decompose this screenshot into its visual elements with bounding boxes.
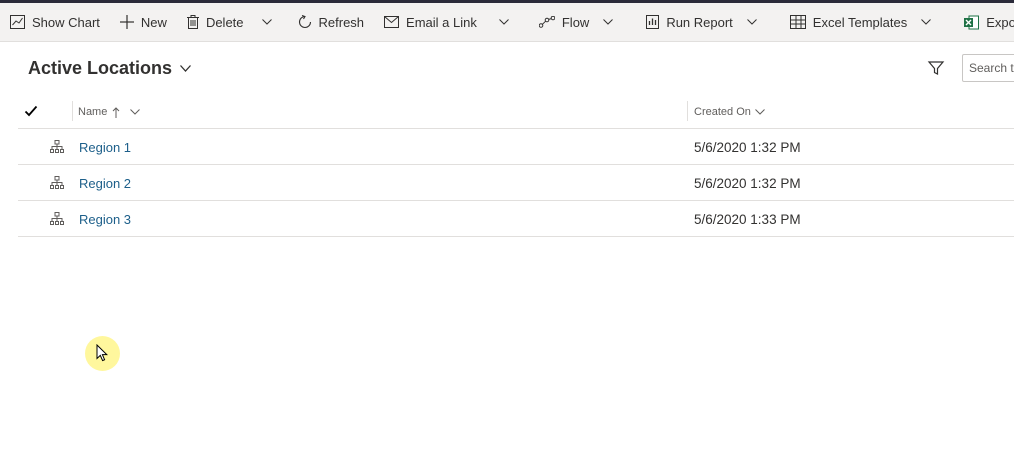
row-name-link[interactable]: Region 3 [79,201,131,237]
new-label: New [140,14,167,30]
grid-header: Name Created On [18,95,1014,129]
more-commands-dropdown[interactable] [254,3,280,41]
column-header-name[interactable]: Name [78,95,141,129]
export-excel-label: Export to Excel [986,14,1014,30]
hierarchy-icon [50,212,64,225]
excel-template-icon [789,15,806,29]
refresh-button[interactable]: Refresh [292,3,371,41]
chevron-down-icon [603,19,614,25]
trash-icon [186,15,199,29]
chevron-down-icon [746,19,757,25]
show-chart-label: Show Chart [32,14,100,30]
email-link-label: Email a Link [406,14,477,30]
sort-ascending-icon [112,106,120,118]
excel-templates-label: Excel Templates [812,14,908,30]
row-created-on: 5/6/2020 1:33 PM [694,211,801,227]
flow-label: Flow [561,14,590,30]
view-selector[interactable]: Active Locations [28,55,192,81]
delete-label: Delete [205,14,244,30]
column-divider [72,101,73,121]
command-bar: Show Chart New Delete Refresh Email a Li… [0,3,1014,42]
row-created-on: 5/6/2020 1:32 PM [694,139,801,155]
row-name-link[interactable]: Region 1 [79,129,131,165]
column-created-on-label: Created On [694,106,751,118]
excel-templates-button[interactable]: Excel Templates [784,3,944,41]
email-options-dropdown[interactable] [491,3,517,41]
hierarchy-icon [50,176,64,189]
filter-icon[interactable] [926,58,946,78]
view-title: Active Locations [28,57,173,78]
row-created-on: 5/6/2020 1:32 PM [694,175,801,191]
run-report-label: Run Report [666,14,733,30]
refresh-icon [298,15,311,29]
column-header-created-on[interactable]: Created On [694,95,765,129]
chevron-down-icon [921,19,932,25]
export-excel-button[interactable]: Export to Excel [958,3,1014,41]
show-chart-button[interactable]: Show Chart [0,3,106,41]
row-name-link[interactable]: Region 2 [79,165,131,201]
chart-icon [10,15,25,29]
column-name-label: Name [78,106,108,118]
report-icon [646,15,660,29]
chevron-down-icon [261,19,272,25]
mouse-pointer-icon [96,344,108,362]
email-icon [384,16,400,28]
delete-button[interactable]: Delete [181,3,250,41]
chevron-down-icon [180,64,192,72]
table-row[interactable]: Region 1 5/6/2020 1:32 PM [18,129,1014,165]
flow-icon [538,16,555,28]
table-row[interactable]: Region 2 5/6/2020 1:32 PM [18,165,1014,201]
search-input[interactable] [962,54,1014,82]
run-report-button[interactable]: Run Report [640,3,769,41]
plus-icon [119,15,134,29]
table-row[interactable]: Region 3 5/6/2020 1:33 PM [18,201,1014,237]
select-all-checkmark-icon[interactable] [24,104,38,118]
email-link-button[interactable]: Email a Link [378,3,483,41]
chevron-down-icon [499,19,509,25]
flow-button[interactable]: Flow [533,3,626,41]
hierarchy-icon [50,140,64,153]
refresh-label: Refresh [318,14,365,30]
excel-icon [964,15,980,29]
column-divider [687,101,688,121]
new-button[interactable]: New [114,3,173,41]
chevron-down-icon [755,109,765,115]
chevron-down-icon [130,109,141,115]
grid-body: Region 1 5/6/2020 1:32 PM Region 2 5/6/2… [18,129,1014,237]
